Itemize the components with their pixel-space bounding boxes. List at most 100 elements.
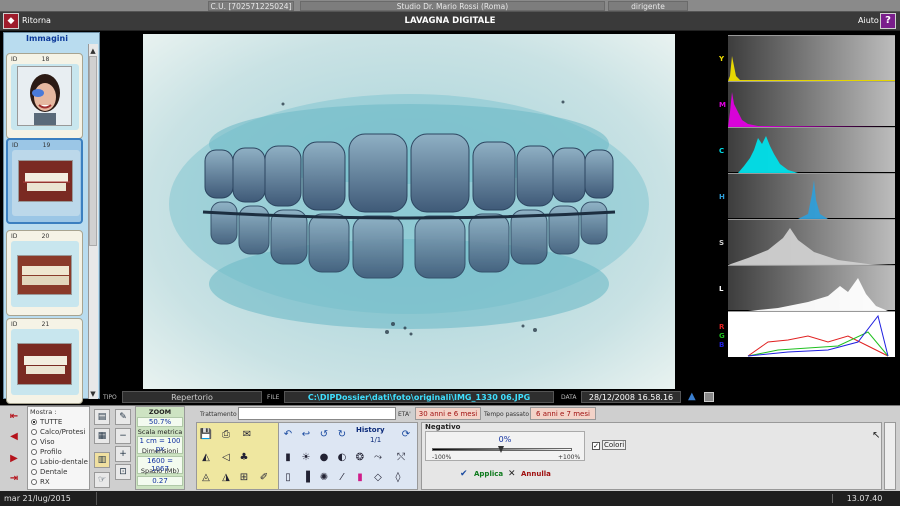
annulla-button[interactable]: Annulla (521, 470, 551, 478)
brightness-icon[interactable]: ☀ (298, 450, 314, 466)
light-icon[interactable]: ● (316, 450, 332, 466)
zoom-value: 50.7% (137, 417, 183, 427)
email-icon[interactable]: ✉ (236, 427, 258, 443)
pencil-icon[interactable]: ✐ (256, 470, 272, 486)
last-image-icon[interactable]: ⇥ (7, 473, 21, 485)
main-image-canvas[interactable] (143, 34, 675, 389)
drop-icon[interactable]: ◇ (370, 470, 386, 486)
color-balance-icon[interactable]: ▮ (352, 470, 368, 486)
id-value: 18 (41, 56, 50, 63)
radio-icon[interactable] (31, 439, 37, 445)
radio-icon[interactable] (31, 419, 37, 425)
stamp-icon[interactable]: ♣ (236, 450, 252, 466)
curve-icon[interactable]: ⤳ (370, 450, 386, 466)
filter-option-label: Viso (40, 438, 55, 446)
radio-icon[interactable] (31, 429, 37, 435)
sharpen-icon[interactable]: ❂ (352, 450, 368, 466)
histogram-label-g: G (719, 332, 725, 340)
negativo-min: -100% (432, 454, 452, 461)
radio-icon[interactable] (31, 459, 37, 465)
scroll-down-icon[interactable]: ▼ (89, 389, 97, 399)
contrast-bars-icon[interactable]: ▐ (298, 470, 314, 486)
prev-image-icon[interactable]: ◀ (7, 431, 21, 443)
hand-icon[interactable]: ☞ (94, 472, 110, 488)
column-icon[interactable]: ▯ (280, 470, 296, 486)
flip-vertical-icon[interactable]: ◁ (218, 450, 234, 466)
data-label: DATA (561, 394, 577, 401)
brush-icon[interactable]: ⁄ (334, 470, 350, 486)
filter-option-label: RX (40, 478, 50, 486)
rotate-right-icon[interactable]: ↻ (334, 427, 350, 443)
negativo-value: 0% (498, 435, 512, 444)
filter-option-dentale[interactable]: Dentale (31, 468, 67, 476)
histogram-5 (728, 265, 895, 311)
save-icon[interactable]: 💾 (198, 427, 214, 443)
triangle-icon[interactable]: ▲ (688, 391, 696, 402)
contrast-icon[interactable]: ▮ (280, 450, 296, 466)
copy-icon[interactable] (704, 392, 714, 402)
filter-option-label: Dentale (40, 468, 68, 476)
teeth-photo-thumbnail (18, 160, 73, 202)
help-button[interactable]: ? (880, 13, 896, 29)
image-card-18[interactable]: ID 18 (6, 53, 83, 139)
help-label[interactable]: Aiuto (858, 16, 879, 25)
print-icon[interactable]: ⎙ (218, 427, 234, 443)
image-card-21[interactable]: ID 21 (6, 318, 83, 404)
status-divider (96, 492, 97, 505)
film-strip-icon[interactable]: ▤ (94, 409, 110, 425)
filter-option-labio-dentale[interactable]: Labio-dentale (31, 458, 88, 466)
zoom-out-icon[interactable]: − (115, 428, 131, 444)
film-strip-2-icon[interactable]: ▦ (94, 428, 110, 444)
image-card-20[interactable]: ID 20 (6, 230, 83, 316)
tools-scrollbar[interactable] (884, 422, 896, 490)
image-list-title: Immagini (26, 34, 68, 43)
triangle-tool-icon[interactable]: ◮ (218, 470, 234, 486)
radio-icon[interactable] (31, 469, 37, 475)
filter-option-profilo[interactable]: Profilo (31, 448, 62, 456)
refresh-icon[interactable]: ⟳ (398, 427, 414, 443)
rgb-curve-icon[interactable]: ⤲ (390, 450, 412, 466)
zoom-fit-icon[interactable]: ⊡ (115, 464, 131, 480)
id-value: 21 (41, 321, 50, 328)
next-image-icon[interactable]: ▶ (7, 453, 21, 465)
filter-option-tutte[interactable]: TUTTE (31, 418, 62, 426)
undo-all-icon[interactable]: ↶ (280, 427, 296, 443)
flip-horizontal-icon[interactable]: ◭ (198, 450, 214, 466)
radio-icon[interactable] (31, 449, 37, 455)
data-value: 28/12/2008 16.58.16 (581, 391, 681, 403)
undo-icon[interactable]: ↩ (298, 427, 314, 443)
filter-option-calco-protesi[interactable]: Calco/Protesi (31, 428, 85, 436)
cursor-icon: ↖ (872, 430, 881, 441)
noise-icon[interactable]: ✺ (316, 470, 332, 486)
user-role: dirigente (608, 1, 688, 11)
cancel-icon[interactable]: ✕ (508, 469, 516, 479)
page-title: LAVAGNA DIGITALE (404, 16, 496, 26)
eta-value: 30 anni e 6 mesi (415, 407, 481, 420)
zoom-in-icon[interactable]: + (115, 446, 131, 462)
radio-icon[interactable] (31, 479, 37, 485)
half-contrast-icon[interactable]: ◐ (334, 450, 350, 466)
negativo-max: +100% (558, 454, 581, 461)
histogram-1 (728, 81, 895, 127)
filter-option-viso[interactable]: Viso (31, 438, 55, 446)
pipette-icon[interactable]: ✎ (115, 409, 131, 425)
applica-button[interactable]: Applica (474, 470, 503, 478)
first-image-icon[interactable]: ⇤ (7, 411, 21, 423)
file-label: FILE (267, 394, 280, 401)
scroll-up-icon[interactable]: ▲ (89, 46, 97, 56)
teeth-photo-thumbnail (17, 343, 72, 385)
crop-icon[interactable]: ◬ (198, 470, 214, 486)
cu-code: C.U. [702571225024] (208, 1, 294, 11)
rotate-left-icon[interactable]: ↺ (316, 427, 332, 443)
filter-option-rx[interactable]: RX (31, 478, 50, 486)
trattamento-input[interactable] (238, 407, 396, 420)
image-card-19[interactable]: ID 19 (6, 138, 83, 224)
colori-checkbox[interactable]: ✓ (592, 442, 600, 450)
film-roll-icon[interactable]: ▥ (94, 452, 110, 468)
drop-outline-icon[interactable]: ◊ (390, 470, 406, 486)
resize-icon[interactable]: ⊞ (236, 470, 252, 486)
space-label: Spazio (Mb) (140, 467, 180, 475)
check-icon[interactable]: ✔ (460, 469, 468, 479)
history-label: History (356, 426, 385, 434)
scrollbar-thumb[interactable] (89, 56, 97, 246)
